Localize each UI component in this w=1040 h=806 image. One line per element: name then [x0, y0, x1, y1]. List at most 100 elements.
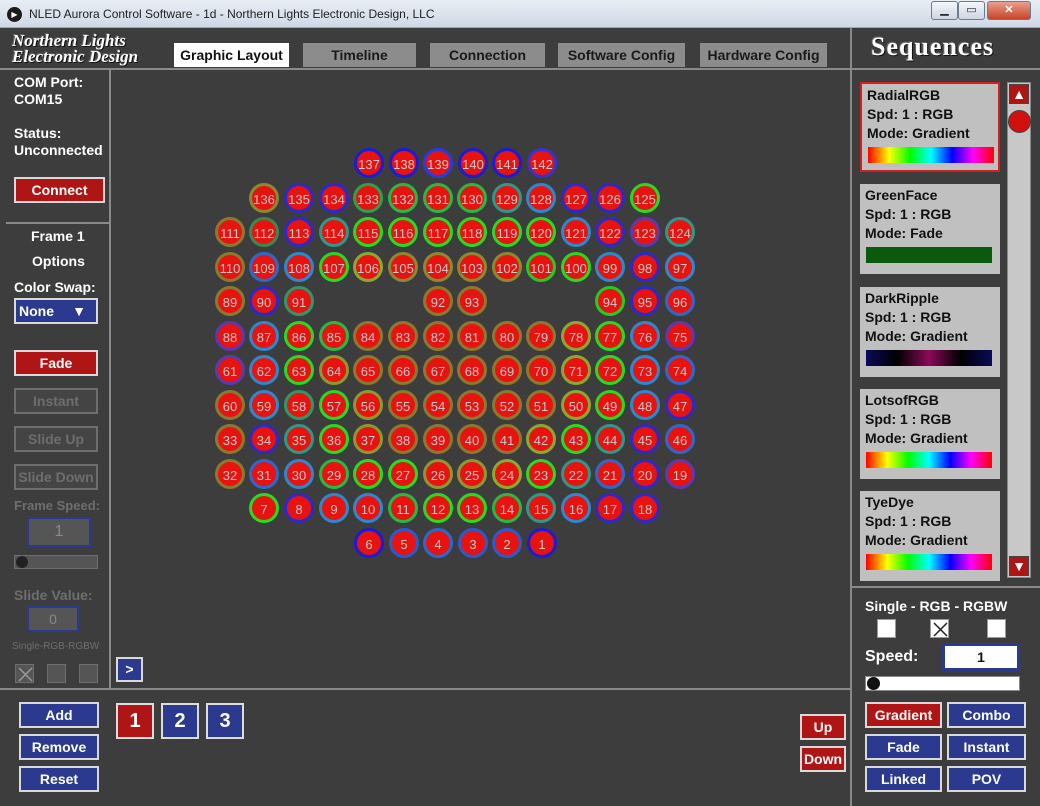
led-node[interactable]: 21 [595, 459, 625, 489]
led-node[interactable]: 24 [492, 459, 522, 489]
led-node[interactable]: 135 [284, 183, 314, 213]
led-node[interactable]: 110 [215, 252, 245, 282]
combo-mode-button[interactable]: Combo [947, 702, 1026, 728]
led-node[interactable]: 116 [388, 217, 418, 247]
led-node[interactable]: 7 [249, 493, 279, 523]
rgbw-checkbox[interactable] [79, 664, 98, 683]
led-node[interactable]: 47 [665, 390, 695, 420]
led-node[interactable]: 126 [595, 183, 625, 213]
led-node[interactable]: 22 [561, 459, 591, 489]
led-node[interactable]: 31 [249, 459, 279, 489]
speed-input[interactable]: 1 [942, 643, 1020, 671]
gradient-mode-button[interactable]: Gradient [865, 702, 942, 728]
slide-up-button[interactable]: Slide Up [14, 426, 98, 452]
led-node[interactable]: 34 [249, 424, 279, 454]
led-node[interactable]: 2 [492, 528, 522, 558]
led-node[interactable]: 16 [561, 493, 591, 523]
led-node[interactable]: 131 [423, 183, 453, 213]
led-node[interactable]: 74 [665, 355, 695, 385]
led-node[interactable]: 49 [595, 390, 625, 420]
single-checkbox[interactable] [15, 664, 34, 683]
instant-mode-button[interactable]: Instant [947, 734, 1026, 760]
led-node[interactable]: 14 [492, 493, 522, 523]
led-node[interactable]: 1 [527, 528, 557, 558]
led-node[interactable]: 29 [319, 459, 349, 489]
frame-1-button[interactable]: 1 [116, 703, 154, 739]
led-node[interactable]: 113 [284, 217, 314, 247]
led-node[interactable]: 88 [215, 321, 245, 351]
led-node[interactable]: 118 [457, 217, 487, 247]
led-node[interactable]: 137 [354, 148, 384, 178]
led-node[interactable]: 76 [630, 321, 660, 351]
led-node[interactable]: 60 [215, 390, 245, 420]
led-node[interactable]: 44 [595, 424, 625, 454]
led-node[interactable]: 132 [388, 183, 418, 213]
led-node[interactable]: 48 [630, 390, 660, 420]
led-node[interactable]: 30 [284, 459, 314, 489]
led-node[interactable]: 95 [630, 286, 660, 316]
led-node[interactable]: 139 [423, 148, 453, 178]
single-checkbox[interactable] [877, 619, 896, 638]
led-node[interactable]: 101 [526, 252, 556, 282]
led-node[interactable]: 20 [630, 459, 660, 489]
led-node[interactable]: 98 [630, 252, 660, 282]
led-node[interactable]: 121 [561, 217, 591, 247]
led-node[interactable]: 133 [353, 183, 383, 213]
frame-speed-slider[interactable] [14, 555, 98, 569]
led-node[interactable]: 11 [388, 493, 418, 523]
led-node[interactable]: 85 [319, 321, 349, 351]
led-node[interactable]: 62 [249, 355, 279, 385]
led-node[interactable]: 56 [353, 390, 383, 420]
led-node[interactable]: 65 [353, 355, 383, 385]
led-node[interactable]: 39 [423, 424, 453, 454]
led-node[interactable]: 109 [249, 252, 279, 282]
led-node[interactable]: 125 [630, 183, 660, 213]
up-button[interactable]: Up [800, 714, 846, 740]
led-node[interactable]: 10 [353, 493, 383, 523]
speed-slider[interactable] [865, 676, 1020, 691]
minimize-button[interactable]: ▁ [931, 1, 958, 20]
led-node[interactable]: 67 [423, 355, 453, 385]
frame-3-button[interactable]: 3 [206, 703, 244, 739]
led-node[interactable]: 28 [353, 459, 383, 489]
scroll-thumb[interactable] [1008, 110, 1031, 133]
led-node[interactable]: 142 [527, 148, 557, 178]
led-node[interactable]: 112 [249, 217, 279, 247]
led-node[interactable]: 82 [423, 321, 453, 351]
led-node[interactable]: 63 [284, 355, 314, 385]
rgb-checkbox[interactable] [930, 619, 949, 638]
led-node[interactable]: 25 [457, 459, 487, 489]
led-node[interactable]: 122 [595, 217, 625, 247]
led-node[interactable]: 41 [492, 424, 522, 454]
led-node[interactable]: 69 [492, 355, 522, 385]
close-button[interactable]: ✕ [987, 1, 1031, 20]
scroll-down-arrow-icon[interactable]: ▼ [1009, 556, 1029, 576]
led-node[interactable]: 53 [457, 390, 487, 420]
led-node[interactable]: 8 [284, 493, 314, 523]
led-node[interactable]: 52 [492, 390, 522, 420]
led-node[interactable]: 120 [526, 217, 556, 247]
frame-2-button[interactable]: 2 [161, 703, 199, 739]
reset-button[interactable]: Reset [19, 766, 99, 792]
led-node[interactable]: 105 [388, 252, 418, 282]
led-node[interactable]: 61 [215, 355, 245, 385]
led-node[interactable]: 33 [215, 424, 245, 454]
instant-button[interactable]: Instant [14, 388, 98, 414]
led-node[interactable]: 79 [526, 321, 556, 351]
led-node[interactable]: 81 [457, 321, 487, 351]
led-node[interactable]: 37 [353, 424, 383, 454]
pov-mode-button[interactable]: POV [947, 766, 1026, 792]
led-node[interactable]: 12 [423, 493, 453, 523]
led-node[interactable]: 96 [665, 286, 695, 316]
led-node[interactable]: 55 [388, 390, 418, 420]
tab-graphic-layout[interactable]: Graphic Layout [174, 43, 289, 67]
led-node[interactable]: 19 [665, 459, 695, 489]
led-node[interactable]: 106 [353, 252, 383, 282]
led-node[interactable]: 4 [423, 528, 453, 558]
led-node[interactable]: 64 [319, 355, 349, 385]
led-node[interactable]: 115 [353, 217, 383, 247]
led-node[interactable]: 5 [389, 528, 419, 558]
led-node[interactable]: 75 [665, 321, 695, 351]
tab-connection[interactable]: Connection [430, 43, 545, 67]
led-node[interactable]: 84 [353, 321, 383, 351]
